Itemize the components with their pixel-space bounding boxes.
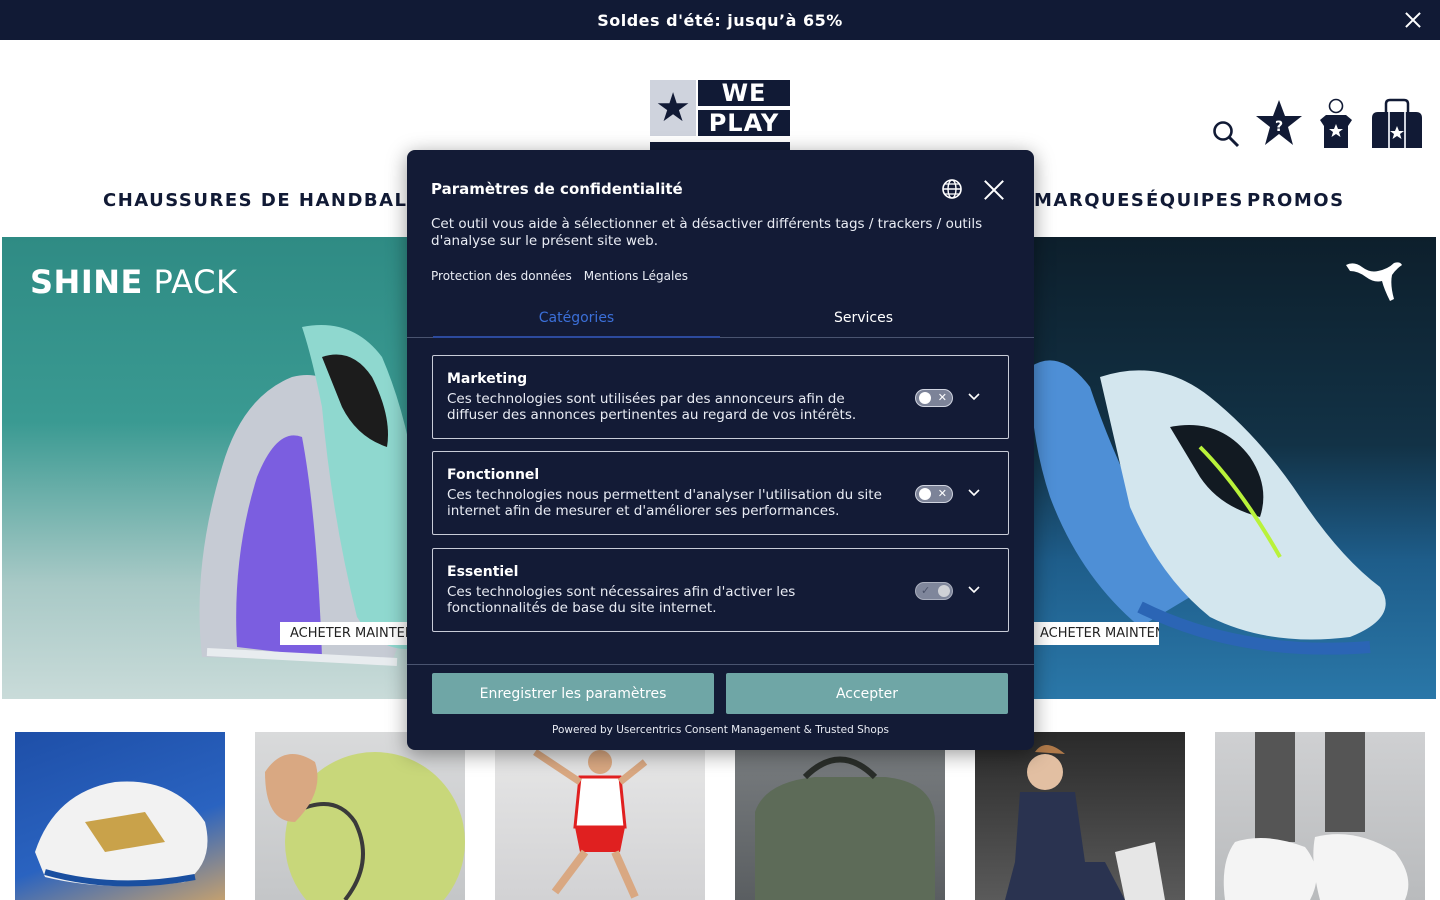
help-star-icon[interactable]: ? [1254, 98, 1304, 148]
category-tiles [15, 732, 1425, 900]
accept-button[interactable]: Accepter [726, 673, 1008, 714]
promo-text: Soldes d'été: jusqu’à 65% [597, 10, 843, 30]
nav-item-equipes[interactable]: ÉQUIPES [1146, 190, 1244, 211]
modal-description: Cet outil vous aide à sélectionner et à … [431, 216, 983, 249]
shoe-image [35, 781, 208, 887]
hero-banner-right[interactable]: ACHETER MAINTENANT [1020, 237, 1436, 699]
toggle-off-icon: ✕ [937, 487, 947, 500]
tab-services[interactable]: Services [720, 310, 1007, 326]
shoe-image [199, 325, 422, 666]
hero-left-title-light: PACK [142, 263, 238, 301]
privacy-link[interactable]: Protection des données [431, 269, 572, 283]
promo-banner: Soldes d'été: jusqu’à 65% [0, 0, 1440, 40]
hero-left-buy-button[interactable]: ACHETER MAINTENANT [280, 622, 410, 645]
category-tile[interactable] [1215, 732, 1425, 900]
category-tile[interactable] [735, 732, 945, 900]
hero-left-title: SHINE PACK [30, 263, 237, 301]
cart-bag-icon[interactable] [1368, 98, 1426, 148]
hero-left-title-bold: SHINE [30, 263, 143, 301]
modal-close-icon[interactable] [983, 179, 1005, 201]
nav-item-marques[interactable]: MARQUES [1034, 190, 1145, 211]
category-description: Ces technologies sont nécessaires afin d… [447, 584, 796, 616]
category-description: Ces technologies sont utilisées par des … [447, 391, 857, 423]
categories-list: Marketing Ces technologies sont utilisée… [407, 339, 1034, 664]
modal-links: Protection des données Mentions Légales [431, 269, 688, 283]
hero-banner-left[interactable]: SHINE PACK ACHETER MAINTENANT [2, 237, 422, 699]
toggle-check-icon: ✓ [921, 584, 931, 597]
toggle-knob [938, 585, 950, 597]
modal-footer: Enregistrer les paramètres Accepter Powe… [407, 664, 1034, 750]
player-image [533, 749, 648, 899]
player-image [1005, 744, 1165, 900]
chevron-down-icon[interactable] [967, 583, 981, 597]
toggle-off-icon: ✕ [937, 391, 947, 404]
language-globe-icon[interactable] [941, 178, 963, 200]
puma-logo-icon [1346, 262, 1402, 301]
category-tile[interactable] [975, 732, 1185, 900]
category-tile[interactable] [255, 732, 465, 900]
toggle-knob [919, 488, 931, 500]
privacy-modal: Paramètres de confidentialité Cet outil … [407, 150, 1034, 750]
logo-line2: PLAY [698, 110, 790, 136]
active-tab-underline [433, 336, 720, 338]
promo-close-icon[interactable] [1404, 11, 1422, 29]
chevron-down-icon[interactable] [967, 390, 981, 404]
logo-star-icon: ★ [650, 80, 696, 136]
category-marketing: Marketing Ces technologies sont utilisée… [432, 355, 1009, 439]
chevron-down-icon[interactable] [967, 486, 981, 500]
logo-line1: WE [698, 80, 790, 106]
category-tile[interactable] [15, 732, 225, 900]
toggle-knob [919, 392, 931, 404]
legal-link[interactable]: Mentions Légales [584, 269, 688, 283]
account-icon[interactable] [1318, 98, 1354, 148]
category-tile[interactable] [495, 732, 705, 900]
modal-title: Paramètres de confidentialité [431, 180, 683, 198]
ball-image [265, 752, 465, 900]
modal-tabs: Catégories Services [407, 302, 1034, 338]
category-description: Ces technologies nous permettent d'analy… [447, 487, 882, 519]
svg-text:?: ? [1275, 119, 1283, 135]
hero-right-buy-button[interactable]: ACHETER MAINTENANT [1020, 622, 1159, 645]
fonctionnel-toggle[interactable]: ✕ [915, 485, 953, 503]
category-name: Essentiel [447, 564, 519, 580]
bag-image [755, 756, 935, 900]
marketing-toggle[interactable]: ✕ [915, 389, 953, 407]
nav-item-chaussures[interactable]: CHAUSSURES DE HANDBALL [103, 190, 420, 211]
powered-by-text: Powered by Usercentrics Consent Manageme… [552, 724, 889, 736]
category-essentiel: Essentiel Ces technologies sont nécessai… [432, 548, 1009, 632]
tab-categories[interactable]: Catégories [433, 310, 720, 326]
search-icon[interactable] [1212, 120, 1240, 148]
category-name: Fonctionnel [447, 467, 540, 483]
shoe-image [1223, 732, 1409, 900]
header-icons: ? [1212, 98, 1426, 148]
essentiel-toggle: ✓ [915, 582, 953, 600]
nav-item-promos[interactable]: PROMOS [1247, 190, 1345, 211]
save-settings-button[interactable]: Enregistrer les paramètres [432, 673, 714, 714]
site-logo[interactable]: ★ WE PLAY [650, 80, 790, 152]
category-fonctionnel: Fonctionnel Ces technologies nous permet… [432, 451, 1009, 535]
category-name: Marketing [447, 371, 528, 387]
